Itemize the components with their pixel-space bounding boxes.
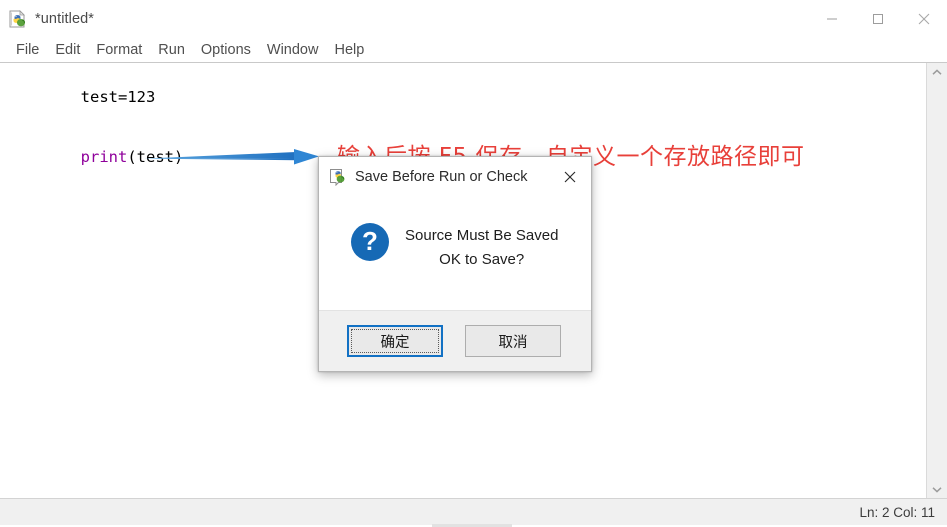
- menu-item-run[interactable]: Run: [150, 39, 193, 61]
- status-bar: Ln: 2 Col: 11: [0, 498, 947, 527]
- save-before-run-dialog: Save Before Run or Check ? Source Must B…: [318, 156, 592, 372]
- dialog-title-bar: Save Before Run or Check: [319, 157, 591, 197]
- window-title: *untitled*: [35, 11, 95, 27]
- question-mark-icon: ?: [351, 223, 389, 261]
- dialog-message: Source Must Be Saved OK to Save?: [405, 223, 558, 272]
- dialog-message-line-2: OK to Save?: [439, 251, 525, 268]
- dialog-title: Save Before Run or Check: [355, 169, 528, 185]
- window-controls: [809, 0, 947, 38]
- idle-python-file-icon: [7, 9, 27, 29]
- chevron-up-icon[interactable]: [927, 63, 947, 81]
- code-line-1: test=123: [0, 63, 926, 127]
- code-token-assignment: test=123: [80, 88, 156, 106]
- menu-item-help[interactable]: Help: [326, 39, 372, 61]
- title-bar: *untitled*: [0, 0, 947, 38]
- code-token-print-builtin: print: [80, 148, 128, 166]
- dialog-footer: 确定 取消: [319, 310, 591, 371]
- minimize-icon[interactable]: [809, 0, 855, 38]
- chevron-down-icon[interactable]: [927, 480, 947, 498]
- code-token-call-args: (test): [127, 148, 184, 166]
- dialog-message-line-1: Source Must Be Saved: [405, 227, 559, 244]
- menu-item-options[interactable]: Options: [193, 39, 259, 61]
- cursor-position-indicator: Ln: 2 Col: 11: [859, 504, 935, 520]
- vertical-scrollbar[interactable]: [926, 63, 947, 498]
- maximize-icon[interactable]: [855, 0, 901, 38]
- menu-item-window[interactable]: Window: [259, 39, 327, 61]
- menu-item-file[interactable]: File: [8, 39, 47, 61]
- python-idle-icon: [329, 168, 347, 187]
- dialog-close-icon[interactable]: [549, 157, 591, 197]
- menu-item-edit[interactable]: Edit: [47, 39, 88, 61]
- cancel-button[interactable]: 取消: [465, 325, 561, 357]
- ok-button[interactable]: 确定: [347, 325, 443, 357]
- menu-bar: File Edit Format Run Options Window Help: [0, 38, 947, 63]
- menu-item-format[interactable]: Format: [88, 39, 150, 61]
- close-icon[interactable]: [901, 0, 947, 38]
- dialog-body: ? Source Must Be Saved OK to Save?: [319, 197, 591, 310]
